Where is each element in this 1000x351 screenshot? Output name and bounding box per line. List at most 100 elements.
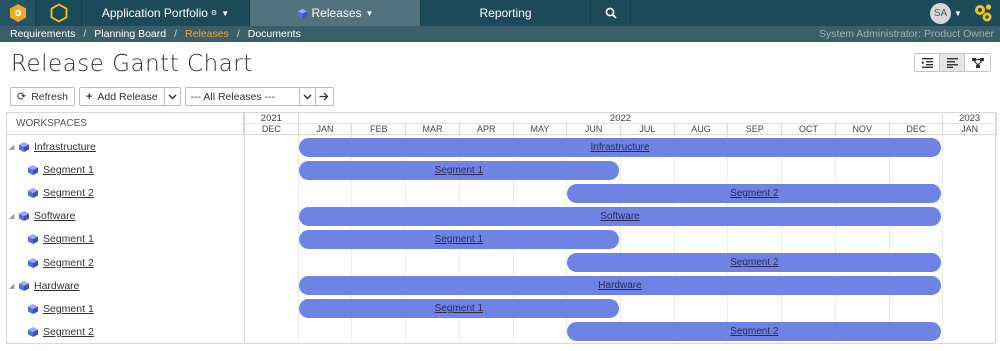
- year-header: 2021: [245, 113, 299, 124]
- gantt-bar-label[interactable]: Segment 1: [435, 303, 483, 314]
- gantt-bar[interactable]: Segment 2: [567, 183, 942, 203]
- workspace-row: ◢ Hardware: [7, 274, 244, 297]
- breadcrumb-releases[interactable]: Releases: [185, 28, 229, 40]
- gantt-bar-label[interactable]: Segment 2: [730, 257, 778, 268]
- chevron-down-icon: [303, 93, 312, 100]
- gantt-bar[interactable]: Segment 2: [567, 322, 942, 342]
- add-release-label: Add Release: [97, 90, 158, 103]
- gantt-bar-label[interactable]: Segment 1: [435, 165, 483, 176]
- nav-portfolio-label: Application Portfolio: [101, 6, 208, 20]
- nav-application-portfolio[interactable]: Application Portfolio ⚙ ▼: [82, 0, 250, 26]
- page-title: Release Gantt Chart: [11, 51, 253, 77]
- nav-releases-label: Releases: [311, 6, 362, 20]
- breadcrumb-separator: /: [174, 28, 178, 40]
- row-link[interactable]: Segment 1: [43, 164, 94, 176]
- search-icon: [605, 7, 617, 19]
- row-link[interactable]: Segment 1: [43, 303, 94, 315]
- gantt-bar-label[interactable]: Software: [600, 211, 639, 222]
- month-header: DEC: [245, 124, 299, 135]
- cube-icon: [18, 280, 30, 292]
- grid-column: [890, 135, 944, 343]
- list-indent-icon: [921, 57, 933, 68]
- cube-icon: [27, 187, 39, 199]
- cube-icon: [27, 233, 39, 245]
- gantt-bar[interactable]: Segment 2: [567, 253, 942, 272]
- release-row: Segment 1: [7, 297, 244, 320]
- gantt-bar[interactable]: Segment 1: [298, 229, 619, 249]
- top-navbar: Application Portfolio ⚙ ▼ Releases ▼ Report…: [0, 0, 1000, 26]
- cube-icon: [27, 257, 39, 269]
- cube-icon: [27, 303, 39, 315]
- arrow-right-icon: [319, 92, 329, 101]
- grid-column: [675, 135, 729, 343]
- expand-toggle-icon[interactable]: ◢: [9, 143, 18, 151]
- grid-column: [943, 135, 997, 343]
- user-menu[interactable]: SA ▼: [926, 0, 966, 26]
- expand-toggle-icon[interactable]: ◢: [9, 282, 18, 290]
- gantt-bar[interactable]: Software: [298, 206, 942, 226]
- year-header: 2023: [943, 113, 997, 124]
- release-filter-select[interactable]: --- All Releases ---: [184, 87, 300, 106]
- month-header: OCT: [782, 124, 836, 135]
- grid-column: [621, 135, 675, 343]
- breadcrumb-documents[interactable]: Documents: [248, 28, 301, 40]
- release-row: Segment 2: [7, 320, 244, 343]
- gantt-timeline: 2021 2022 2023 DEC JAN FEB MAR APR MAY JUN JUL AUG S…: [244, 113, 997, 343]
- breadcrumb-planning-board[interactable]: Planning Board: [94, 28, 166, 40]
- gantt-bar-label[interactable]: Segment 2: [730, 326, 778, 337]
- cube-icon: [27, 326, 39, 338]
- gantt-bar[interactable]: Segment 1: [298, 160, 619, 180]
- release-filter-dropdown[interactable]: [299, 87, 316, 106]
- gantt-icon: [946, 57, 958, 68]
- release-filter-go-button[interactable]: [315, 87, 334, 106]
- month-header: JAN: [943, 124, 997, 135]
- row-link[interactable]: Hardware: [34, 280, 80, 292]
- month-header: MAY: [513, 124, 568, 135]
- expand-toggle-icon[interactable]: ◢: [9, 212, 18, 220]
- gantt-bar[interactable]: Infrastructure: [298, 137, 942, 157]
- grid-column: [782, 135, 836, 343]
- row-link[interactable]: Segment 2: [43, 187, 94, 199]
- breadcrumb-separator: /: [83, 28, 87, 40]
- row-link[interactable]: Segment 2: [43, 257, 94, 269]
- row-link[interactable]: Software: [34, 210, 75, 222]
- row-link[interactable]: Segment 2: [43, 326, 94, 338]
- nav-reporting[interactable]: Reporting: [421, 0, 591, 26]
- month-header: JAN: [298, 124, 353, 135]
- admin-settings-icon[interactable]: [966, 0, 1000, 26]
- year-header: 2022: [298, 113, 944, 124]
- chevron-down-icon: [168, 93, 177, 100]
- gantt-bar-label[interactable]: Hardware: [598, 280, 641, 291]
- chevron-down-icon: ▼: [365, 8, 374, 18]
- row-link[interactable]: Segment 1: [43, 233, 94, 245]
- month-header: FEB: [352, 124, 407, 135]
- gantt-bar-label[interactable]: Infrastructure: [591, 142, 650, 153]
- gantt-view-button[interactable]: [940, 54, 965, 71]
- search-button[interactable]: [591, 0, 631, 26]
- avatar: SA: [930, 2, 952, 24]
- row-link[interactable]: Infrastructure: [34, 141, 96, 153]
- add-release-dropdown-button[interactable]: [164, 87, 181, 106]
- refresh-button[interactable]: ⟳ Refresh: [10, 87, 75, 106]
- gantt-bar-label[interactable]: Segment 1: [435, 234, 483, 245]
- cube-icon: [297, 8, 307, 18]
- gantt-bar-label[interactable]: Segment 2: [730, 188, 778, 199]
- list-view-button[interactable]: [915, 54, 940, 71]
- toolbar: ⟳ Refresh + Add Release --- All Releases…: [10, 87, 334, 106]
- mindmap-view-button[interactable]: [965, 54, 990, 71]
- breadcrumb-requirements[interactable]: Requirements: [10, 28, 75, 40]
- nav-releases[interactable]: Releases ▼: [250, 0, 421, 26]
- chevron-down-icon: ▼: [221, 8, 230, 18]
- spira-logo-icon[interactable]: [0, 0, 36, 26]
- month-header: DEC: [889, 124, 944, 135]
- sitemap-icon: [971, 57, 984, 68]
- gantt-bar[interactable]: Hardware: [298, 276, 942, 296]
- month-header: JUL: [621, 124, 675, 135]
- add-release-button[interactable]: + Add Release: [78, 87, 165, 106]
- release-row: Segment 2: [7, 182, 244, 205]
- chevron-down-icon: ▼: [954, 8, 962, 18]
- product-menu-icon[interactable]: [36, 0, 82, 26]
- nav-reporting-label: Reporting: [479, 6, 532, 20]
- month-header: MAR: [406, 124, 460, 135]
- gantt-bar[interactable]: Segment 1: [298, 299, 619, 319]
